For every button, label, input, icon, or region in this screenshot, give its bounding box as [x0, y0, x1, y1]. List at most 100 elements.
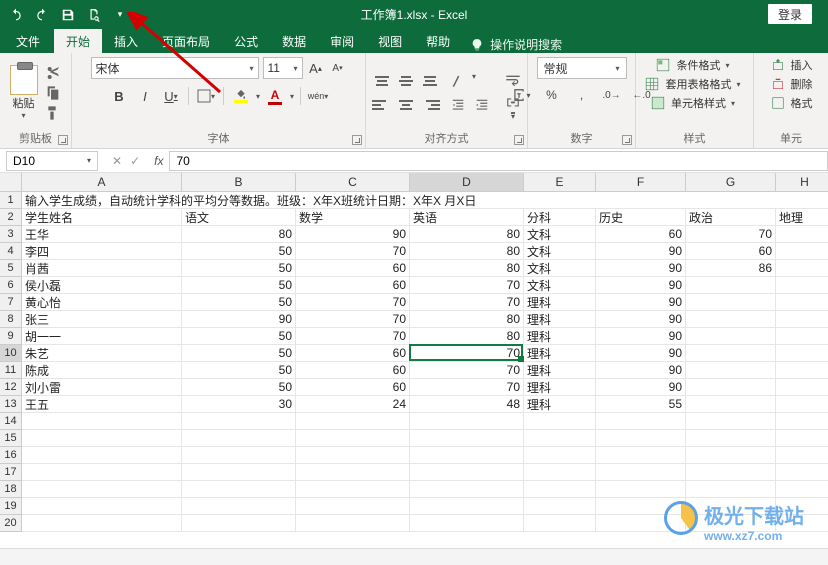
cell[interactable]: 王华 — [22, 226, 182, 243]
cell[interactable]: 70 — [410, 362, 524, 379]
cell[interactable]: 理科 — [524, 379, 596, 396]
fx-icon[interactable]: fx — [148, 154, 169, 168]
cell[interactable]: 55 — [596, 396, 686, 413]
cell[interactable]: 60 — [296, 379, 410, 396]
cell[interactable] — [182, 430, 296, 447]
cell[interactable]: 80 — [410, 328, 524, 345]
cell[interactable]: 86 — [686, 260, 776, 277]
enter-formula-button[interactable]: ✓ — [130, 154, 140, 168]
increase-font-button[interactable]: A▴ — [307, 57, 325, 79]
cell[interactable] — [296, 447, 410, 464]
decrease-indent-button[interactable] — [448, 96, 468, 114]
cell[interactable] — [596, 447, 686, 464]
cell[interactable] — [182, 447, 296, 464]
cell[interactable] — [22, 447, 182, 464]
cell[interactable]: 学生姓名 — [22, 209, 182, 226]
row-header-20[interactable]: 20 — [0, 515, 22, 532]
align-top-button[interactable] — [372, 72, 392, 90]
cell[interactable]: 90 — [596, 243, 686, 260]
row-header-10[interactable]: 10 — [0, 345, 22, 362]
comma-button[interactable]: , — [569, 85, 595, 105]
cell[interactable] — [596, 481, 686, 498]
row-header-15[interactable]: 15 — [0, 430, 22, 447]
italic-button[interactable]: I — [134, 85, 156, 107]
cell[interactable]: 60 — [296, 345, 410, 362]
cell[interactable]: 70 — [410, 294, 524, 311]
cell[interactable]: 文科 — [524, 277, 596, 294]
cell[interactable]: 90 — [596, 277, 686, 294]
row-header-19[interactable]: 19 — [0, 498, 22, 515]
spreadsheet-grid[interactable]: ABCDEFGH 1234567891011121314151617181920… — [0, 173, 828, 536]
cell[interactable] — [776, 226, 828, 243]
formula-input[interactable]: 70 — [169, 151, 828, 171]
qat-customize-button[interactable]: ▾ — [110, 4, 130, 26]
cell[interactable]: 50 — [182, 362, 296, 379]
cell[interactable] — [524, 447, 596, 464]
cell[interactable] — [524, 498, 596, 515]
align-left-button[interactable] — [372, 96, 392, 114]
cell[interactable]: 80 — [410, 260, 524, 277]
cell[interactable] — [686, 481, 776, 498]
cell[interactable] — [296, 498, 410, 515]
cell[interactable] — [410, 515, 524, 532]
cell[interactable] — [776, 396, 828, 413]
tab-help[interactable]: 帮助 — [414, 29, 462, 53]
cell[interactable] — [182, 498, 296, 515]
cell[interactable]: 80 — [410, 226, 524, 243]
align-bottom-button[interactable] — [420, 72, 440, 90]
cell[interactable] — [296, 515, 410, 532]
cell[interactable]: 50 — [182, 328, 296, 345]
col-header-G[interactable]: G — [686, 173, 776, 192]
cell[interactable]: 肖茜 — [22, 260, 182, 277]
cell[interactable]: 历史 — [596, 209, 686, 226]
cell[interactable] — [22, 515, 182, 532]
align-launcher[interactable] — [514, 135, 524, 145]
cell[interactable]: 70 — [296, 311, 410, 328]
font-color-button[interactable]: A — [264, 85, 286, 107]
cell[interactable] — [596, 464, 686, 481]
cell[interactable] — [596, 430, 686, 447]
cell[interactable] — [686, 277, 776, 294]
delete-cells-button[interactable]: 删除 — [770, 76, 813, 92]
cell[interactable]: 50 — [182, 277, 296, 294]
increase-decimal-button[interactable]: .0→ — [599, 85, 625, 105]
cell[interactable] — [686, 311, 776, 328]
align-middle-button[interactable] — [396, 72, 416, 90]
cell[interactable] — [686, 430, 776, 447]
number-launcher[interactable] — [622, 135, 632, 145]
cell[interactable] — [22, 498, 182, 515]
fill-color-dropdown[interactable]: ▾ — [256, 92, 260, 101]
format-cells-button[interactable]: 格式 — [770, 95, 813, 111]
cell[interactable]: 60 — [296, 260, 410, 277]
cell[interactable]: 张三 — [22, 311, 182, 328]
font-color-dropdown[interactable]: ▾ — [290, 92, 294, 101]
cell[interactable] — [296, 481, 410, 498]
cell[interactable] — [524, 430, 596, 447]
row-header-11[interactable]: 11 — [0, 362, 22, 379]
cell[interactable]: 80 — [410, 311, 524, 328]
cell-styles-button[interactable]: 单元格样式 ▾ — [650, 95, 735, 111]
select-all-corner[interactable] — [0, 173, 22, 192]
cell[interactable]: 48 — [410, 396, 524, 413]
cell[interactable] — [686, 413, 776, 430]
cell[interactable]: 政治 — [686, 209, 776, 226]
login-button[interactable]: 登录 — [768, 4, 812, 24]
cell[interactable]: 90 — [596, 294, 686, 311]
cell[interactable] — [410, 413, 524, 430]
cell[interactable] — [776, 260, 828, 277]
cell[interactable]: 50 — [182, 243, 296, 260]
cell[interactable] — [410, 498, 524, 515]
cell[interactable] — [686, 396, 776, 413]
cell[interactable]: 50 — [182, 260, 296, 277]
row-header-6[interactable]: 6 — [0, 277, 22, 294]
cell[interactable] — [182, 413, 296, 430]
row-header-3[interactable]: 3 — [0, 226, 22, 243]
cell[interactable] — [296, 464, 410, 481]
horizontal-scrollbar[interactable] — [0, 548, 828, 565]
cell[interactable] — [776, 294, 828, 311]
cell[interactable]: 60 — [686, 243, 776, 260]
row-header-2[interactable]: 2 — [0, 209, 22, 226]
cell[interactable] — [686, 447, 776, 464]
conditional-format-button[interactable]: 条件格式 ▾ — [655, 57, 729, 73]
cell[interactable]: 70 — [296, 294, 410, 311]
